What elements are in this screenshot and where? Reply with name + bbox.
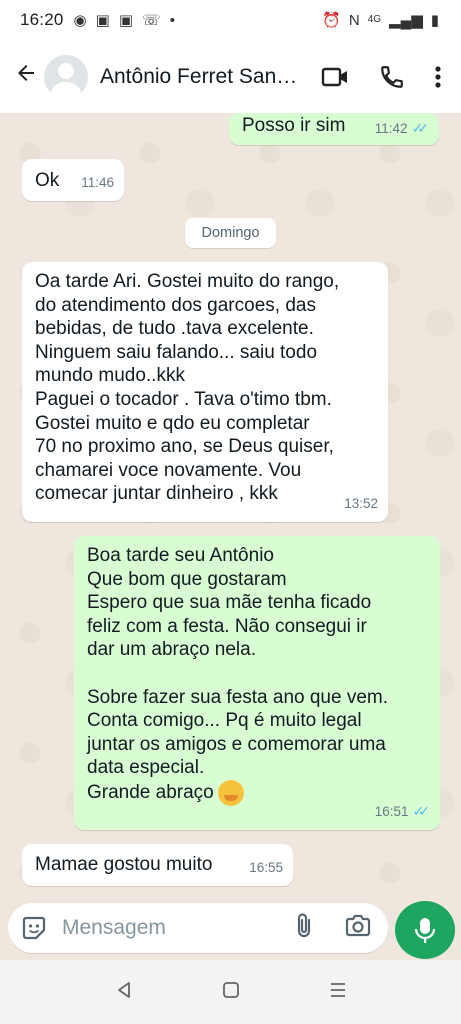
message-text: Ok xyxy=(35,170,60,191)
instagram-notification-icon-2: ▣ xyxy=(118,11,134,29)
chat-header: Antônio Ferret Santos xyxy=(0,40,461,113)
sticker-emoji-icon[interactable] xyxy=(20,914,48,942)
whatsapp-notification-icon: ◉ xyxy=(73,11,87,29)
more-options-icon[interactable] xyxy=(435,65,441,89)
avatar-body-shape xyxy=(51,81,81,99)
contact-avatar[interactable] xyxy=(44,54,88,99)
message-meta: 11:42 ✓✓ xyxy=(374,117,430,141)
incoming-message[interactable]: Oa tarde Ari. Gostei muito do rango, do … xyxy=(22,262,388,522)
back-arrow-icon[interactable] xyxy=(8,61,44,92)
instagram-notification-icon: ▣ xyxy=(95,11,110,29)
message-time: 13:52 xyxy=(344,496,378,512)
system-icons: ⏰ N 4G ▂▄▆ ▮ xyxy=(322,13,439,28)
contact-name[interactable]: Antônio Ferret Santos xyxy=(100,65,298,89)
avatar-head-shape xyxy=(58,62,74,79)
message-text: Mamae gostou muito xyxy=(35,854,213,875)
voice-message-mic-button[interactable] xyxy=(395,901,455,959)
message-meta: 11:46 xyxy=(81,171,114,195)
read-ticks-icon: ✓✓ xyxy=(412,803,431,820)
message-text: Boa tarde seu Antônio Que bom que gostar… xyxy=(87,544,440,806)
message-composer xyxy=(8,903,388,953)
message-meta: 16:55 xyxy=(249,856,283,880)
video-call-icon[interactable] xyxy=(321,66,349,88)
voice-call-icon[interactable] xyxy=(379,64,405,90)
mic-icon xyxy=(414,918,436,943)
notification-icons: ◉ ▣ ▣ ☏ • xyxy=(74,13,176,28)
status-bar: 16:20 ◉ ▣ ▣ ☏ • ⏰ N 4G ▂▄▆ ▮ xyxy=(0,0,461,40)
date-separator: Domingo xyxy=(185,218,276,248)
read-ticks-icon: ✓✓ xyxy=(411,120,430,137)
message-time: 11:42 xyxy=(374,121,408,137)
composer-bar xyxy=(0,901,461,960)
signal-icon: ▂▄▆ xyxy=(389,11,423,29)
nav-recents-icon[interactable] xyxy=(329,982,347,1003)
message-meta: 13:52 xyxy=(344,492,378,516)
message-time: 16:51 xyxy=(374,804,409,820)
network-type-label: 4G xyxy=(367,14,382,25)
more-notifications-dot-icon: • xyxy=(169,11,176,29)
nav-back-icon[interactable] xyxy=(115,981,133,1004)
incoming-message[interactable]: Mamae gostou muito 16:55 xyxy=(22,844,293,886)
missed-call-icon: ☏ xyxy=(142,11,161,29)
status-time: 16:20 xyxy=(20,10,64,29)
battery-icon: ▮ xyxy=(430,11,439,29)
message-input[interactable] xyxy=(62,916,272,940)
attachment-paperclip-icon[interactable] xyxy=(294,912,314,945)
hugging-face-emoji-icon xyxy=(217,779,244,806)
message-time: 11:46 xyxy=(81,175,114,191)
nav-home-icon[interactable] xyxy=(222,981,240,1004)
camera-icon[interactable] xyxy=(344,914,372,943)
outgoing-message[interactable]: Posso ir sim 11:42 ✓✓ xyxy=(229,113,439,145)
alarm-icon: ⏰ xyxy=(322,11,341,29)
composer-actions xyxy=(294,912,372,945)
message-time: 16:55 xyxy=(249,860,283,876)
message-meta: 16:51 ✓✓ xyxy=(374,800,431,824)
message-text-body: Boa tarde seu Antônio Que bom que gostar… xyxy=(87,545,389,803)
android-navigation-bar xyxy=(0,960,461,1024)
message-text: Posso ir sim xyxy=(242,115,346,136)
nfc-icon: N xyxy=(348,11,360,29)
header-actions xyxy=(321,64,441,90)
chat-area[interactable]: Posso ir sim 11:42 ✓✓ Ok 11:46 Domingo O… xyxy=(0,113,461,903)
outgoing-message[interactable]: Boa tarde seu Antônio Que bom que gostar… xyxy=(74,536,440,830)
incoming-message[interactable]: Ok 11:46 xyxy=(22,159,124,201)
message-text: Oa tarde Ari. Gostei muito do rango, do … xyxy=(35,271,340,505)
